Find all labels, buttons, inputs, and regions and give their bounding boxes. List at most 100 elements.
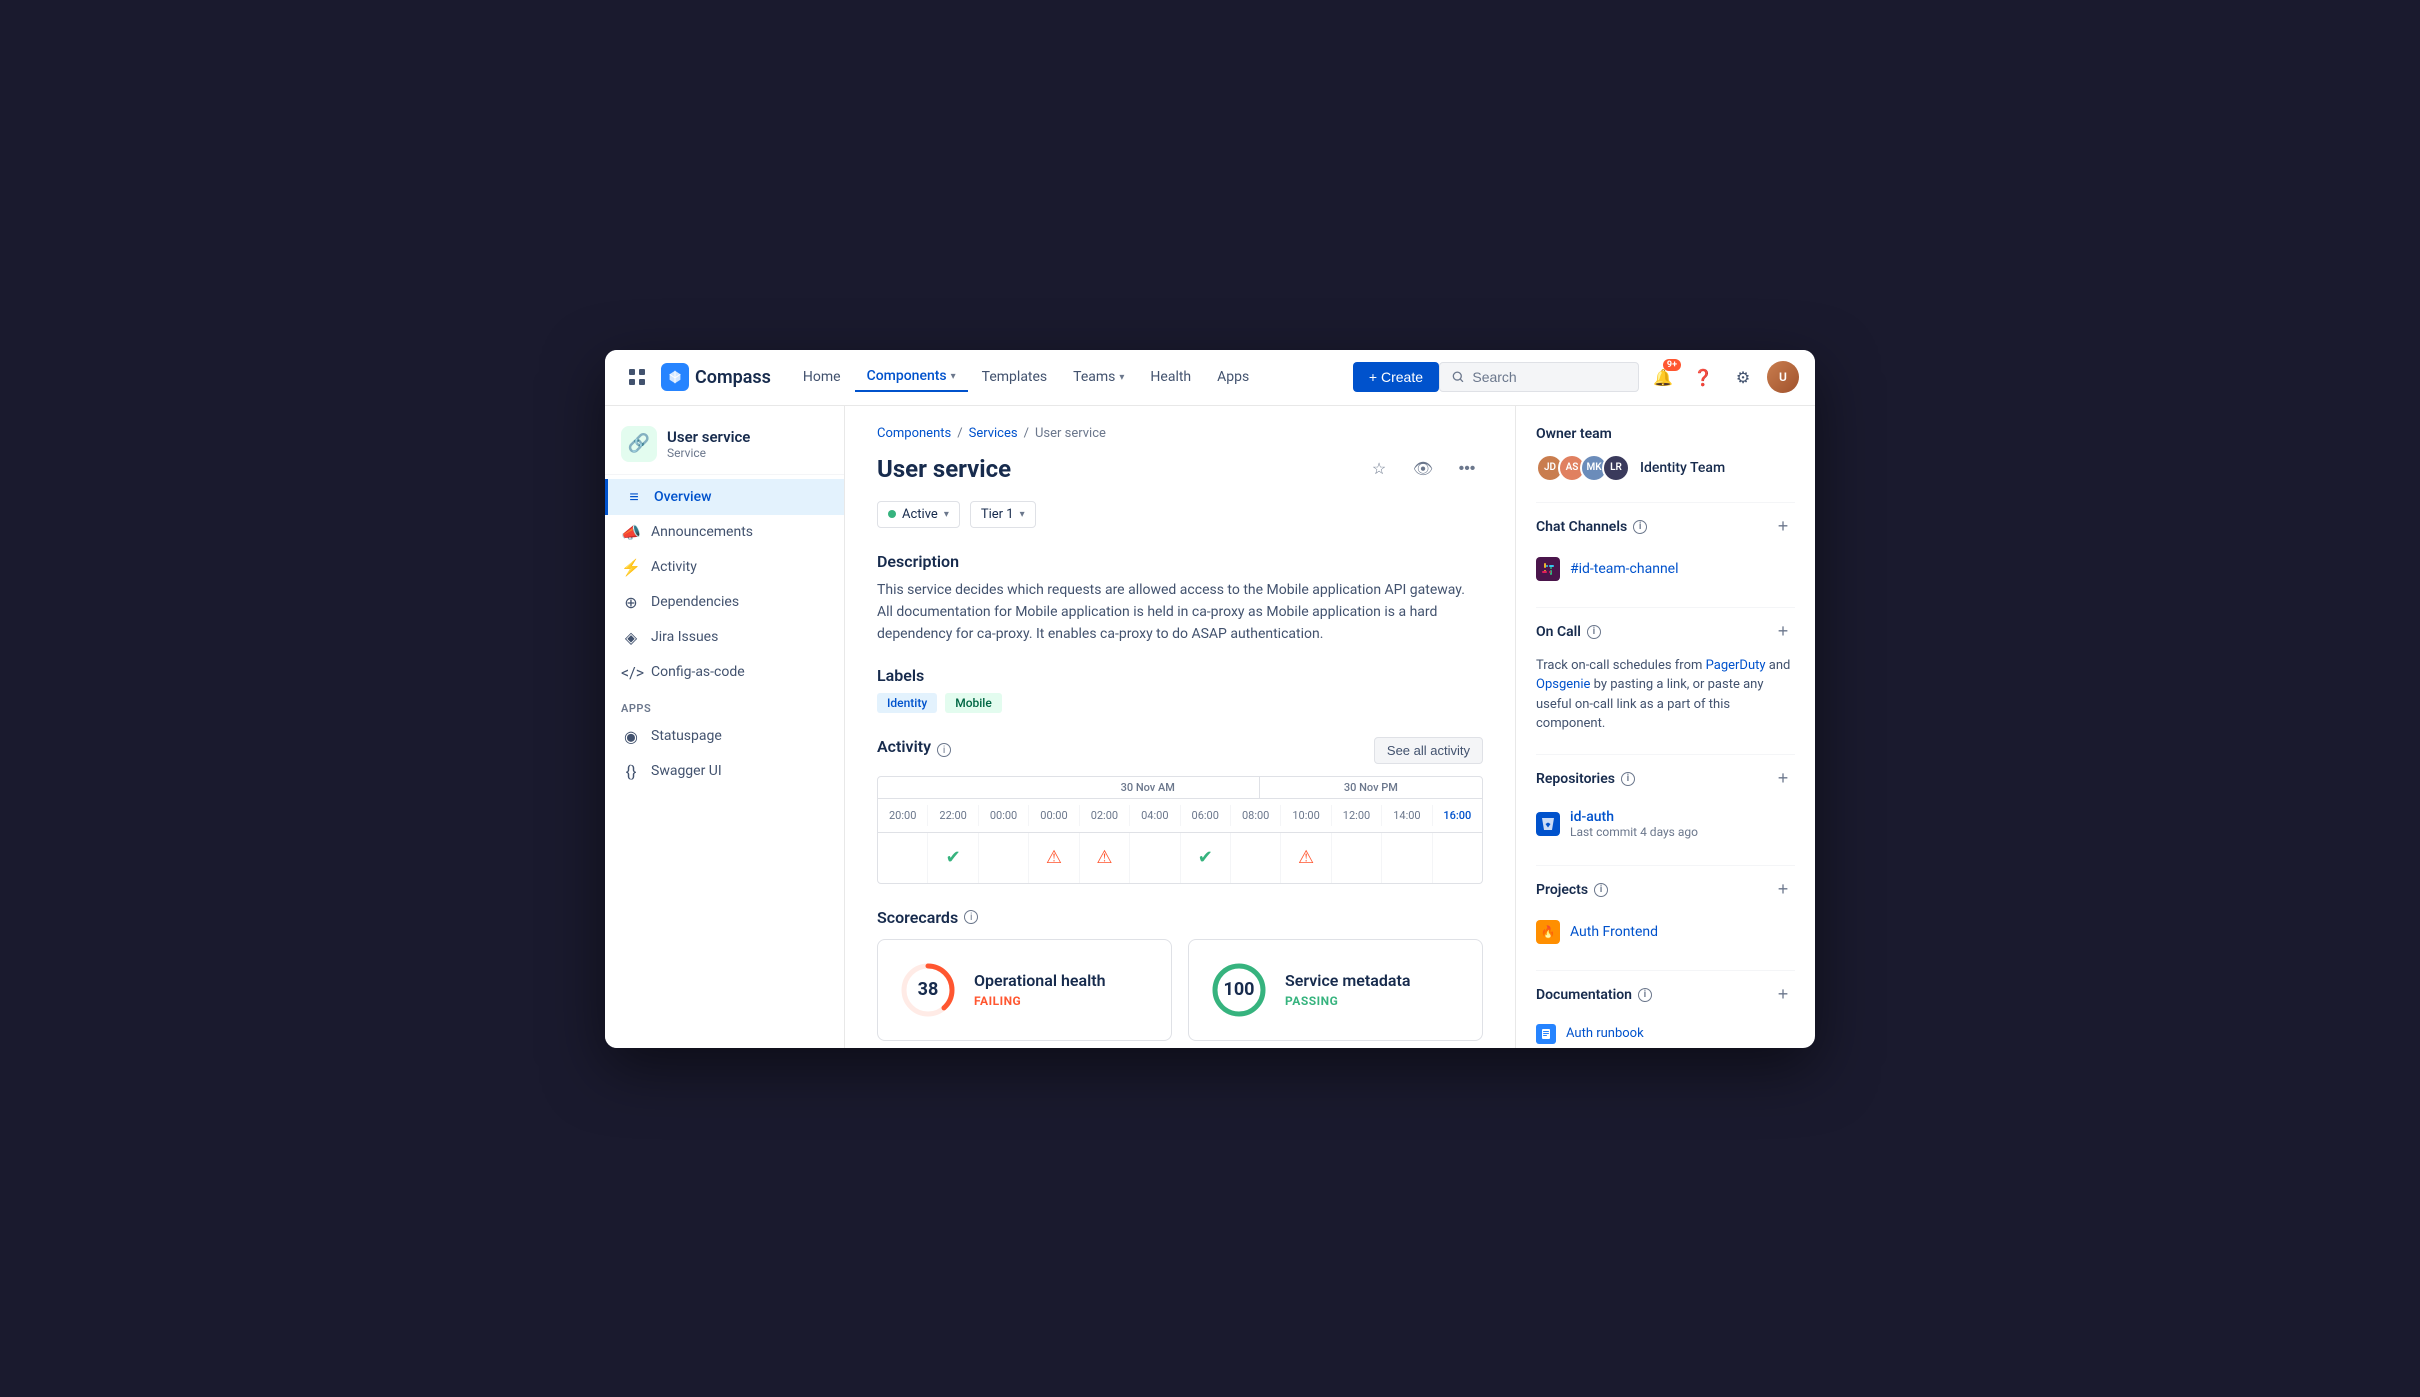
scorecard-operational-health[interactable]: 38 Operational health FAILING bbox=[877, 939, 1172, 1041]
eye-icon: 👁 bbox=[1413, 459, 1433, 479]
search-box[interactable] bbox=[1439, 362, 1639, 392]
search-input[interactable] bbox=[1472, 369, 1626, 385]
apply-scorecard-button[interactable]: + Apply scorecard bbox=[877, 1041, 989, 1048]
on-call-description: Track on-call schedules from PagerDuty a… bbox=[1536, 656, 1795, 734]
opsgenie-link[interactable]: Opsgenie bbox=[1536, 677, 1590, 692]
sidebar-item-config-as-code[interactable]: </> Config-as-code bbox=[605, 655, 844, 690]
sidebar-item-statuspage[interactable]: ◉ Statuspage bbox=[605, 719, 844, 754]
sidebar-item-activity[interactable]: ⚡ Activity bbox=[605, 550, 844, 585]
event-slot-2 bbox=[979, 833, 1029, 883]
help-button[interactable]: ❓ bbox=[1687, 361, 1719, 393]
owner-team-section: Owner team JD AS MK LR Identity Team bbox=[1536, 426, 1795, 482]
labels-section: Labels Identity Mobile bbox=[877, 666, 1483, 713]
tier-badge[interactable]: Tier 1 ▾ bbox=[970, 501, 1036, 528]
docs-info-icon[interactable]: i bbox=[1638, 988, 1652, 1002]
time-slot-4: 02:00 bbox=[1080, 805, 1130, 826]
settings-button[interactable]: ⚙ bbox=[1727, 361, 1759, 393]
see-all-activity-button[interactable]: See all activity bbox=[1374, 737, 1483, 764]
apps-grid-button[interactable] bbox=[621, 361, 653, 393]
nav-right-section: 🔔 9+ ❓ ⚙ U bbox=[1439, 361, 1799, 393]
chat-channels-info-icon[interactable]: i bbox=[1633, 520, 1647, 534]
nav-apps[interactable]: Apps bbox=[1205, 363, 1261, 391]
more-options-button[interactable]: ••• bbox=[1451, 453, 1483, 485]
on-call-add-button[interactable]: + bbox=[1771, 620, 1795, 644]
projects-info-icon[interactable]: i bbox=[1594, 883, 1608, 897]
pagerduty-link[interactable]: PagerDuty bbox=[1706, 658, 1766, 673]
nav-home[interactable]: Home bbox=[791, 363, 853, 391]
divider-2 bbox=[1536, 607, 1795, 608]
sidebar-component-type: Service bbox=[667, 446, 750, 460]
statuspage-icon: ◉ bbox=[621, 727, 641, 746]
repositories-add-button[interactable]: + bbox=[1771, 767, 1795, 791]
owner-row: JD AS MK LR Identity Team bbox=[1536, 454, 1795, 482]
divider-4 bbox=[1536, 865, 1795, 866]
content-area: Components / Services / User service Use… bbox=[845, 406, 1515, 1048]
sidebar-item-overview[interactable]: ≡ Overview bbox=[605, 479, 844, 515]
status-dot bbox=[888, 510, 896, 518]
chat-channels-add-button[interactable]: + bbox=[1771, 515, 1795, 539]
breadcrumb-components[interactable]: Components bbox=[877, 426, 951, 441]
on-call-info-icon[interactable]: i bbox=[1587, 625, 1601, 639]
project-name[interactable]: Auth Frontend bbox=[1570, 924, 1658, 940]
scorecards-info-icon[interactable]: i bbox=[964, 910, 978, 924]
dependencies-icon: ⊕ bbox=[621, 593, 641, 612]
sidebar-component-name: User service bbox=[667, 428, 750, 446]
sidebar-item-swagger-ui[interactable]: {} Swagger UI bbox=[605, 754, 844, 789]
date-header-pm: 30 Nov PM bbox=[1260, 777, 1482, 798]
repo-name[interactable]: id-auth bbox=[1570, 809, 1698, 825]
overview-icon: ≡ bbox=[624, 487, 644, 507]
documentation-add-button[interactable]: + bbox=[1771, 983, 1795, 1007]
logo-text: Compass bbox=[695, 367, 771, 388]
chat-channel-name[interactable]: #id-team-channel bbox=[1570, 561, 1679, 577]
activity-header: Activity i See all activity bbox=[877, 737, 1483, 764]
page-title: User service bbox=[877, 455, 1351, 483]
breadcrumb-services[interactable]: Services bbox=[969, 426, 1018, 441]
sidebar-item-activity-label: Activity bbox=[651, 559, 697, 575]
event-success-icon-1: ✔ bbox=[946, 847, 961, 868]
star-button[interactable]: ☆ bbox=[1363, 453, 1395, 485]
event-warning-icon-4: ⚠ bbox=[1096, 847, 1112, 868]
logo[interactable]: Compass bbox=[661, 363, 771, 391]
top-navigation: Compass Home Components ▾ Templates Team… bbox=[605, 350, 1815, 406]
notifications-button[interactable]: 🔔 9+ bbox=[1647, 361, 1679, 393]
divider-1 bbox=[1536, 502, 1795, 503]
announcements-icon: 📣 bbox=[621, 523, 641, 542]
scorecards-section: Scorecards i 38 bbox=[877, 908, 1483, 1048]
sidebar-item-announcements[interactable]: 📣 Announcements bbox=[605, 515, 844, 550]
owner-team-name[interactable]: Identity Team bbox=[1640, 460, 1725, 476]
description-title: Description bbox=[877, 552, 1483, 571]
sidebar-item-config-label: Config-as-code bbox=[651, 664, 745, 680]
service-metadata-score: 100 bbox=[1209, 960, 1269, 1020]
sidebar-item-dependencies[interactable]: ⊕ Dependencies bbox=[605, 585, 844, 620]
doc-name-1[interactable]: Auth runbook bbox=[1566, 1026, 1644, 1041]
time-slot-10: 14:00 bbox=[1382, 805, 1432, 826]
sidebar-item-announcements-label: Announcements bbox=[651, 524, 753, 540]
service-metadata-circle: 100 bbox=[1209, 960, 1269, 1020]
owner-avatar-4: LR bbox=[1602, 454, 1630, 482]
sidebar-item-jira-issues[interactable]: ◈ Jira Issues bbox=[605, 620, 844, 655]
repos-info-icon[interactable]: i bbox=[1621, 772, 1635, 786]
create-button[interactable]: + Create bbox=[1353, 362, 1439, 392]
watch-button[interactable]: 👁 bbox=[1407, 453, 1439, 485]
tier-chevron-icon: ▾ bbox=[1020, 509, 1025, 520]
projects-add-button[interactable]: + bbox=[1771, 878, 1795, 902]
nav-health[interactable]: Health bbox=[1138, 363, 1203, 391]
label-mobile[interactable]: Mobile bbox=[945, 693, 1002, 713]
gear-icon: ⚙ bbox=[1736, 368, 1750, 387]
activity-title: Activity bbox=[877, 737, 931, 756]
repositories-section: Repositories i + id-auth Last commit 4 d… bbox=[1536, 767, 1795, 845]
bitbucket-icon bbox=[1536, 812, 1560, 836]
right-panel: Owner team JD AS MK LR Identity Team bbox=[1515, 406, 1815, 1048]
service-metadata-name: Service metadata bbox=[1285, 971, 1462, 990]
scorecard-service-metadata[interactable]: 100 Service metadata PASSING bbox=[1188, 939, 1483, 1041]
activity-info-icon[interactable]: i bbox=[937, 743, 951, 757]
nav-teams[interactable]: Teams ▾ bbox=[1061, 363, 1136, 391]
nav-templates[interactable]: Templates bbox=[970, 363, 1060, 391]
label-identity[interactable]: Identity bbox=[877, 693, 937, 713]
labels-title: Labels bbox=[877, 666, 1483, 685]
nav-components[interactable]: Components ▾ bbox=[855, 362, 968, 392]
user-avatar[interactable]: U bbox=[1767, 361, 1799, 393]
status-badge[interactable]: Active ▾ bbox=[877, 501, 960, 528]
scorecards-title: Scorecards bbox=[877, 908, 958, 927]
time-slot-6: 06:00 bbox=[1181, 805, 1231, 826]
